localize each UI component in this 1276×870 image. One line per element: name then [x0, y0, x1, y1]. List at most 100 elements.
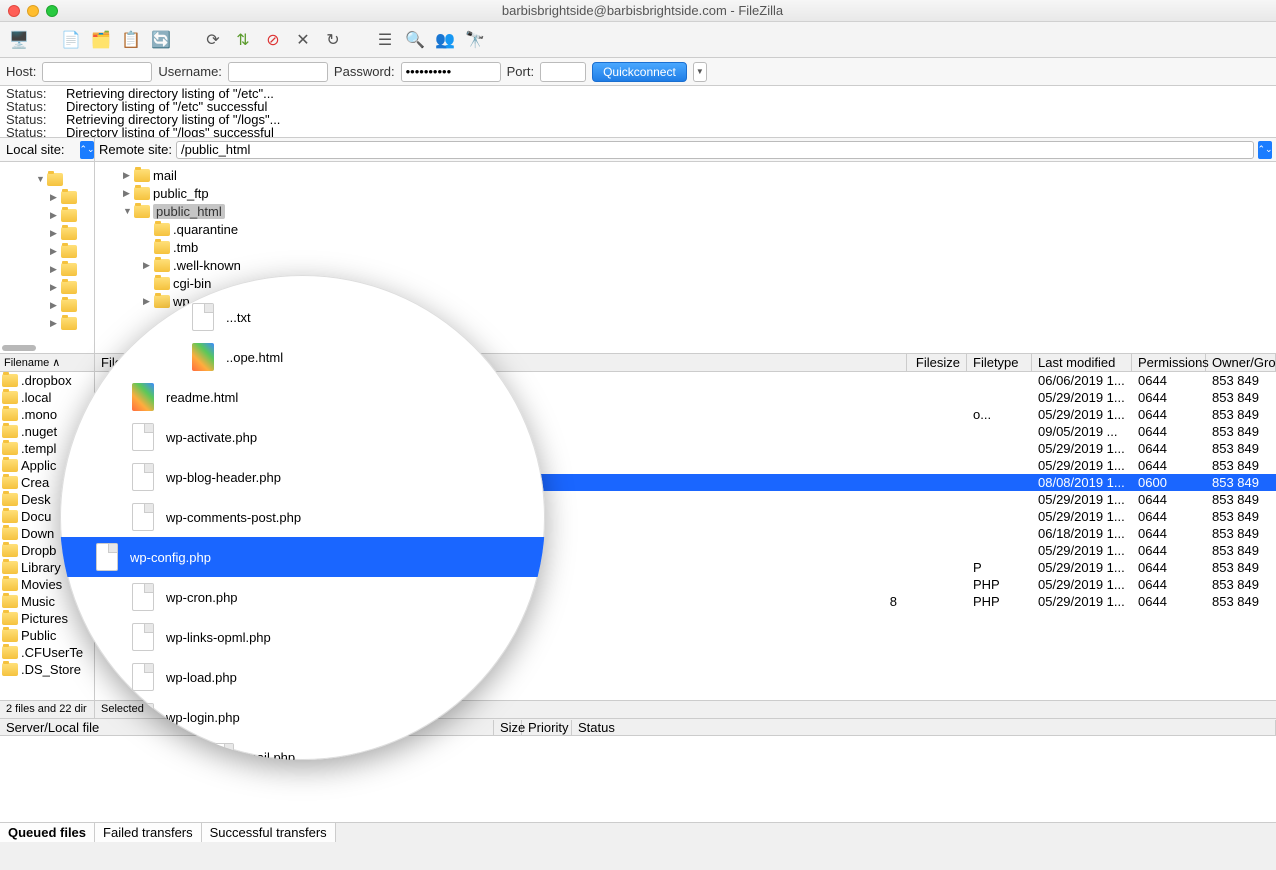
local-file-row[interactable]: .local	[0, 389, 94, 406]
file-name: ...txt	[226, 310, 251, 325]
local-file-row[interactable]: Public	[0, 627, 94, 644]
file-icon	[132, 703, 154, 731]
host-label: Host:	[6, 64, 36, 79]
local-site-label: Local site:	[6, 142, 65, 157]
folder-icon	[2, 459, 18, 472]
remote-site-input[interactable]	[176, 141, 1254, 159]
quickconnect-button[interactable]: Quickconnect	[592, 62, 687, 82]
local-status-bar: 2 files and 22 dir	[0, 700, 94, 718]
file-name: wp-links-opml.php	[166, 630, 271, 645]
quickconnect-bar: Host: Username: Password: Port: Quickcon…	[0, 58, 1276, 86]
file-name: readme.html	[166, 390, 238, 405]
host-input[interactable]	[42, 62, 152, 82]
col-filetype[interactable]: Filetype	[967, 354, 1032, 371]
tree-item-label: .tmb	[173, 240, 198, 255]
col-size[interactable]: Size	[494, 720, 522, 735]
toggle-transfer-icon[interactable]: ⇅	[232, 29, 254, 51]
folder-icon	[2, 476, 18, 489]
toggle-queue-icon[interactable]: 📋	[120, 29, 142, 51]
html-file-icon	[192, 343, 214, 371]
tree-item[interactable]: ▼public_html	[103, 202, 1268, 220]
magnifier-overlay: ...txt ..ope.html readme.html wp-activate.p…	[60, 275, 545, 760]
tree-item[interactable]: .tmb	[103, 238, 1268, 256]
folder-icon	[154, 295, 170, 308]
tree-item[interactable]: ▶mail	[103, 166, 1268, 184]
file-icon	[132, 463, 154, 491]
magnified-file-row[interactable]: wp-cron.php	[96, 577, 509, 617]
col-modified[interactable]: Last modified	[1032, 354, 1132, 371]
magnified-file-row[interactable]: ..ope.html	[96, 337, 509, 377]
filter-icon[interactable]: ☰	[374, 29, 396, 51]
local-list-header[interactable]: Filename ∧	[0, 354, 94, 372]
folder-icon	[134, 187, 150, 200]
password-input[interactable]	[401, 62, 501, 82]
local-file-row[interactable]: .CFUserTe	[0, 644, 94, 661]
file-name: Public	[21, 628, 56, 643]
file-name: Applic	[21, 458, 56, 473]
local-tree-scrollbar[interactable]	[2, 345, 36, 351]
tree-item[interactable]: .quarantine	[103, 220, 1268, 238]
folder-icon	[2, 663, 18, 676]
col-priority[interactable]: Priority	[522, 720, 572, 735]
folder-icon	[154, 259, 170, 272]
local-tree[interactable]: ▼ ▶ ▶ ▶ ▶ ▶ ▶ ▶ ▶	[0, 162, 94, 354]
maximize-window-button[interactable]	[46, 5, 58, 17]
local-file-row[interactable]: .DS_Store	[0, 661, 94, 678]
refresh-icon[interactable]: 🔄	[150, 29, 172, 51]
reconnect-icon[interactable]: ↻	[322, 29, 344, 51]
remote-site-dropdown[interactable]: ⌃⌄	[1258, 141, 1272, 159]
folder-icon	[2, 510, 18, 523]
port-input[interactable]	[540, 62, 586, 82]
bottom-tabs: Queued files Failed transfers Successful…	[0, 822, 1276, 842]
tree-item-label: .quarantine	[173, 222, 238, 237]
file-name: Docu	[21, 509, 51, 524]
sync-browse-icon[interactable]: 🔭	[464, 29, 486, 51]
process-queue-icon[interactable]: ⟳	[202, 29, 224, 51]
cancel-icon[interactable]: ⊘	[262, 29, 284, 51]
folder-icon	[2, 425, 18, 438]
site-manager-icon[interactable]: 🖥️	[8, 29, 30, 51]
tab-success[interactable]: Successful transfers	[202, 823, 336, 842]
file-icon	[132, 663, 154, 691]
col-permissions[interactable]: Permissions	[1132, 354, 1206, 371]
local-file-row[interactable]: .dropbox	[0, 372, 94, 389]
col-owner[interactable]: Owner/Group	[1206, 354, 1276, 371]
file-name: Music	[21, 594, 55, 609]
tab-queued[interactable]: Queued files	[0, 823, 95, 842]
file-name: .CFUserTe	[21, 645, 83, 660]
tree-item-label: public_ftp	[153, 186, 209, 201]
magnified-file-row[interactable]: wp-comments-post.php	[96, 497, 509, 537]
magnified-file-row[interactable]: readme.html	[96, 377, 509, 417]
col-status[interactable]: Status	[572, 720, 1276, 735]
toggle-tree-icon[interactable]: 🗂️	[90, 29, 112, 51]
magnified-file-row[interactable]: wp-load.php	[96, 657, 509, 697]
magnified-file-row[interactable]: wp-config.php	[60, 537, 545, 577]
tree-item[interactable]: ▶.well-known	[103, 256, 1268, 274]
file-name: .local	[21, 390, 51, 405]
file-name: .mono	[21, 407, 57, 422]
tab-failed[interactable]: Failed transfers	[95, 823, 202, 842]
port-label: Port:	[507, 64, 534, 79]
file-name: Dropb	[21, 543, 56, 558]
magnified-file-row[interactable]: wp-activate.php	[96, 417, 509, 457]
username-input[interactable]	[228, 62, 328, 82]
toggle-log-icon[interactable]: 📄	[60, 29, 82, 51]
magnified-file-row[interactable]: wp-links-opml.php	[96, 617, 509, 657]
window-titlebar: barbisbrightside@barbisbrightside.com - …	[0, 0, 1276, 22]
folder-icon	[154, 241, 170, 254]
folder-icon	[2, 442, 18, 455]
file-name: wp-cron.php	[166, 590, 238, 605]
disconnect-icon[interactable]: ✕	[292, 29, 314, 51]
local-site-dropdown[interactable]: ⌃⌄	[80, 141, 94, 159]
search-icon[interactable]: 🔍	[404, 29, 426, 51]
password-label: Password:	[334, 64, 395, 79]
magnified-file-row[interactable]: wp-blog-header.php	[96, 457, 509, 497]
quickconnect-dropdown[interactable]: ▼	[693, 62, 707, 82]
file-name: Movies	[21, 577, 62, 592]
close-window-button[interactable]	[8, 5, 20, 17]
col-filesize[interactable]: Filesize	[907, 354, 967, 371]
file-name: wp-activate.php	[166, 430, 257, 445]
tree-item[interactable]: ▶public_ftp	[103, 184, 1268, 202]
minimize-window-button[interactable]	[27, 5, 39, 17]
compare-icon[interactable]: 👥	[434, 29, 456, 51]
